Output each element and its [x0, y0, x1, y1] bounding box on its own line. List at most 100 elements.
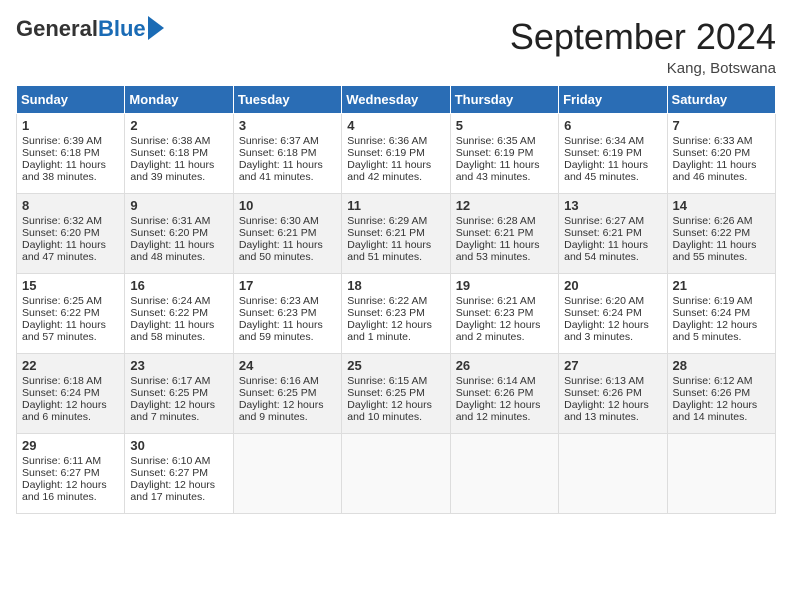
- day-info-line: Sunrise: 6:27 AM: [564, 215, 661, 227]
- calendar-week-row: 8Sunrise: 6:32 AMSunset: 6:20 PMDaylight…: [17, 194, 776, 274]
- weekday-header-wednesday: Wednesday: [342, 86, 450, 114]
- day-info-line: Daylight: 11 hours: [239, 319, 336, 331]
- calendar-cell: 1Sunrise: 6:39 AMSunset: 6:18 PMDaylight…: [17, 114, 125, 194]
- day-info-line: Sunrise: 6:39 AM: [22, 135, 119, 147]
- day-info-line: Daylight: 12 hours: [347, 319, 444, 331]
- calendar-cell: 15Sunrise: 6:25 AMSunset: 6:22 PMDayligh…: [17, 274, 125, 354]
- day-info-line: Sunrise: 6:23 AM: [239, 295, 336, 307]
- calendar-cell: 20Sunrise: 6:20 AMSunset: 6:24 PMDayligh…: [559, 274, 667, 354]
- day-info-line: Sunset: 6:26 PM: [456, 387, 553, 399]
- calendar-table: SundayMondayTuesdayWednesdayThursdayFrid…: [16, 85, 776, 514]
- day-info-line: Sunset: 6:18 PM: [239, 147, 336, 159]
- day-info-line: and 54 minutes.: [564, 251, 661, 263]
- calendar-cell: 30Sunrise: 6:10 AMSunset: 6:27 PMDayligh…: [125, 434, 233, 514]
- day-number: 21: [673, 278, 770, 293]
- day-info-line: Sunset: 6:23 PM: [239, 307, 336, 319]
- day-info-line: Sunrise: 6:19 AM: [673, 295, 770, 307]
- day-number: 23: [130, 358, 227, 373]
- calendar-week-row: 15Sunrise: 6:25 AMSunset: 6:22 PMDayligh…: [17, 274, 776, 354]
- day-info-line: and 1 minute.: [347, 331, 444, 343]
- day-info-line: Sunrise: 6:28 AM: [456, 215, 553, 227]
- day-info-line: Sunset: 6:26 PM: [673, 387, 770, 399]
- calendar-cell: [559, 434, 667, 514]
- calendar-cell: 2Sunrise: 6:38 AMSunset: 6:18 PMDaylight…: [125, 114, 233, 194]
- day-info-line: Sunrise: 6:32 AM: [22, 215, 119, 227]
- calendar-cell: 6Sunrise: 6:34 AMSunset: 6:19 PMDaylight…: [559, 114, 667, 194]
- calendar-cell: 3Sunrise: 6:37 AMSunset: 6:18 PMDaylight…: [233, 114, 341, 194]
- day-number: 9: [130, 198, 227, 213]
- day-info-line: Daylight: 11 hours: [564, 239, 661, 251]
- logo: General Blue: [16, 16, 164, 42]
- day-info-line: Sunrise: 6:22 AM: [347, 295, 444, 307]
- day-number: 17: [239, 278, 336, 293]
- day-info-line: Sunset: 6:24 PM: [22, 387, 119, 399]
- day-info-line: Sunrise: 6:38 AM: [130, 135, 227, 147]
- day-info-line: Sunset: 6:24 PM: [564, 307, 661, 319]
- day-info-line: Sunrise: 6:31 AM: [130, 215, 227, 227]
- day-info-line: Sunset: 6:22 PM: [673, 227, 770, 239]
- day-info-line: Sunset: 6:22 PM: [130, 307, 227, 319]
- weekday-header-monday: Monday: [125, 86, 233, 114]
- day-info-line: Sunset: 6:22 PM: [22, 307, 119, 319]
- day-number: 22: [22, 358, 119, 373]
- day-number: 13: [564, 198, 661, 213]
- day-number: 1: [22, 118, 119, 133]
- day-info-line: Daylight: 11 hours: [22, 239, 119, 251]
- calendar-cell: 23Sunrise: 6:17 AMSunset: 6:25 PMDayligh…: [125, 354, 233, 434]
- day-info-line: Sunset: 6:25 PM: [130, 387, 227, 399]
- day-info-line: Sunset: 6:21 PM: [564, 227, 661, 239]
- day-info-line: and 47 minutes.: [22, 251, 119, 263]
- day-info-line: Daylight: 11 hours: [456, 239, 553, 251]
- day-info-line: Sunrise: 6:21 AM: [456, 295, 553, 307]
- day-info-line: and 53 minutes.: [456, 251, 553, 263]
- calendar-cell: 21 Sunrise: 6:19 AMSunset: 6:24 PMDayligh…: [667, 274, 775, 354]
- day-info-line: and 57 minutes.: [22, 331, 119, 343]
- calendar-cell: 5Sunrise: 6:35 AMSunset: 6:19 PMDaylight…: [450, 114, 558, 194]
- day-number: 25: [347, 358, 444, 373]
- day-info-line: Daylight: 12 hours: [673, 319, 770, 331]
- calendar-cell: 29Sunrise: 6:11 AMSunset: 6:27 PMDayligh…: [17, 434, 125, 514]
- calendar-week-row: 29Sunrise: 6:11 AMSunset: 6:27 PMDayligh…: [17, 434, 776, 514]
- day-info-line: Sunset: 6:24 PM: [673, 307, 770, 319]
- calendar-cell: 27Sunrise: 6:13 AMSunset: 6:26 PMDayligh…: [559, 354, 667, 434]
- day-info-line: Daylight: 12 hours: [130, 479, 227, 491]
- calendar-cell: 25Sunrise: 6:15 AMSunset: 6:25 PMDayligh…: [342, 354, 450, 434]
- day-info-line: and 48 minutes.: [130, 251, 227, 263]
- calendar-cell: 19Sunrise: 6:21 AMSunset: 6:23 PMDayligh…: [450, 274, 558, 354]
- weekday-header-tuesday: Tuesday: [233, 86, 341, 114]
- calendar-cell: 8Sunrise: 6:32 AMSunset: 6:20 PMDaylight…: [17, 194, 125, 274]
- day-number: 7: [673, 118, 770, 133]
- day-info-line: Daylight: 12 hours: [456, 399, 553, 411]
- weekday-header-thursday: Thursday: [450, 86, 558, 114]
- day-info-line: and 2 minutes.: [456, 331, 553, 343]
- day-number: 3: [239, 118, 336, 133]
- day-info-line: Sunrise: 6:20 AM: [564, 295, 661, 307]
- day-info-line: Daylight: 12 hours: [239, 399, 336, 411]
- month-year-title: September 2024: [510, 16, 776, 58]
- calendar-cell: 10Sunrise: 6:30 AMSunset: 6:21 PMDayligh…: [233, 194, 341, 274]
- day-info-line: and 58 minutes.: [130, 331, 227, 343]
- day-number: 8: [22, 198, 119, 213]
- day-info-line: Sunset: 6:26 PM: [564, 387, 661, 399]
- calendar-cell: 12Sunrise: 6:28 AMSunset: 6:21 PMDayligh…: [450, 194, 558, 274]
- day-info-line: Sunrise: 6:37 AM: [239, 135, 336, 147]
- day-info-line: and 3 minutes.: [564, 331, 661, 343]
- day-info-line: and 41 minutes.: [239, 171, 336, 183]
- day-info-line: and 55 minutes.: [673, 251, 770, 263]
- day-info-line: Daylight: 11 hours: [130, 239, 227, 251]
- calendar-cell: 16Sunrise: 6:24 AMSunset: 6:22 PMDayligh…: [125, 274, 233, 354]
- calendar-header: SundayMondayTuesdayWednesdayThursdayFrid…: [17, 86, 776, 114]
- day-info-line: Sunset: 6:18 PM: [130, 147, 227, 159]
- day-number: 5: [456, 118, 553, 133]
- day-number: 16: [130, 278, 227, 293]
- day-info-line: and 16 minutes.: [22, 491, 119, 503]
- calendar-cell: 24Sunrise: 6:16 AMSunset: 6:25 PMDayligh…: [233, 354, 341, 434]
- day-info-line: and 42 minutes.: [347, 171, 444, 183]
- day-info-line: and 5 minutes.: [673, 331, 770, 343]
- day-info-line: Daylight: 12 hours: [564, 399, 661, 411]
- calendar-cell: [342, 434, 450, 514]
- calendar-cell: 17 Sunrise: 6:23 AMSunset: 6:23 PMDayligh…: [233, 274, 341, 354]
- day-info-line: Sunset: 6:25 PM: [347, 387, 444, 399]
- day-info-line: and 51 minutes.: [347, 251, 444, 263]
- calendar-cell: [233, 434, 341, 514]
